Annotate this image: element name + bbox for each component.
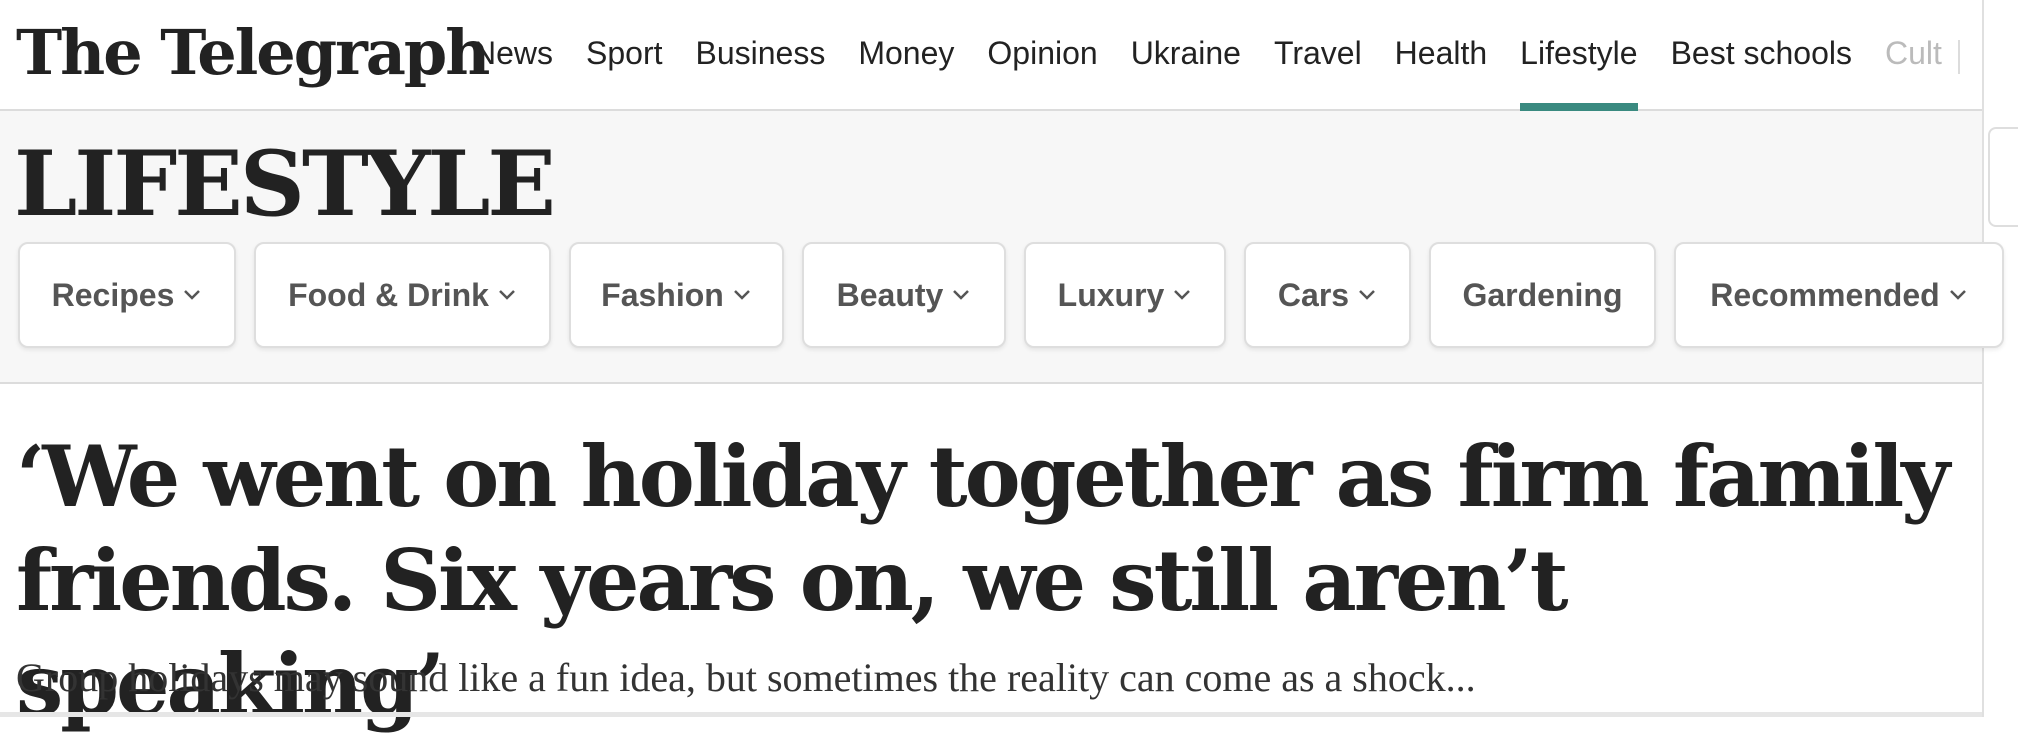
- chevron-down-icon: [182, 288, 202, 302]
- article-standfirst: Group holidays may sound like a fun idea…: [16, 655, 1476, 700]
- nav-item-opinion[interactable]: Opinion: [987, 0, 1097, 111]
- top-navigation-bar: The Telegraph News Sport Business Money …: [0, 0, 2018, 111]
- side-panel-edge[interactable]: [1988, 127, 2018, 227]
- section-header: LIFESTYLE Recipes Food & Drink Fashion B…: [0, 111, 2018, 384]
- nav-item-ukraine[interactable]: Ukraine: [1131, 0, 1241, 111]
- chevron-down-icon: [1172, 288, 1192, 302]
- pill-gardening[interactable]: Gardening: [1429, 242, 1656, 348]
- subsection-pills: Recipes Food & Drink Fashion Beauty Luxu…: [18, 242, 2004, 348]
- nav-item-business[interactable]: Business: [696, 0, 826, 111]
- bottom-divider: [0, 712, 1982, 717]
- chevron-down-icon: [1948, 288, 1968, 302]
- pill-label: Beauty: [836, 276, 944, 313]
- pill-label: Food & Drink: [288, 276, 489, 313]
- pill-label: Cars: [1277, 276, 1350, 313]
- nav-item-news[interactable]: News: [473, 0, 553, 111]
- pill-cars[interactable]: Cars: [1244, 242, 1411, 348]
- chevron-down-icon: [951, 288, 971, 302]
- pill-beauty[interactable]: Beauty: [802, 242, 1006, 348]
- pill-label: Luxury: [1057, 276, 1165, 313]
- nav-item-culture[interactable]: Cult: [1885, 0, 1942, 111]
- nav-divider: [1958, 40, 1960, 74]
- nav-item-best-schools[interactable]: Best schools: [1671, 0, 1852, 111]
- nav-item-lifestyle[interactable]: Lifestyle: [1520, 0, 1638, 111]
- nav-item-money[interactable]: Money: [858, 0, 954, 111]
- pill-luxury[interactable]: Luxury: [1024, 242, 1226, 348]
- chevron-down-icon: [497, 288, 517, 302]
- pill-label: Gardening: [1462, 276, 1623, 313]
- pill-recommended[interactable]: Recommended: [1674, 242, 2004, 348]
- telegraph-logo[interactable]: The Telegraph: [16, 8, 490, 98]
- pill-label: Recommended: [1710, 276, 1940, 313]
- section-title: LIFESTYLE: [14, 131, 556, 237]
- main-nav: News Sport Business Money Opinion Ukrain…: [473, 0, 1973, 111]
- pill-label: Fashion: [601, 276, 724, 313]
- pill-fashion[interactable]: Fashion: [569, 242, 784, 348]
- nav-item-health[interactable]: Health: [1395, 0, 1488, 111]
- pill-recipes[interactable]: Recipes: [18, 242, 236, 348]
- chevron-down-icon: [732, 288, 752, 302]
- pill-label: Recipes: [51, 276, 175, 313]
- nav-item-sport[interactable]: Sport: [586, 0, 662, 111]
- pill-food-drink[interactable]: Food & Drink: [254, 242, 551, 348]
- chevron-down-icon: [1357, 288, 1377, 302]
- right-gutter: [1982, 0, 2018, 717]
- nav-item-travel[interactable]: Travel: [1274, 0, 1362, 111]
